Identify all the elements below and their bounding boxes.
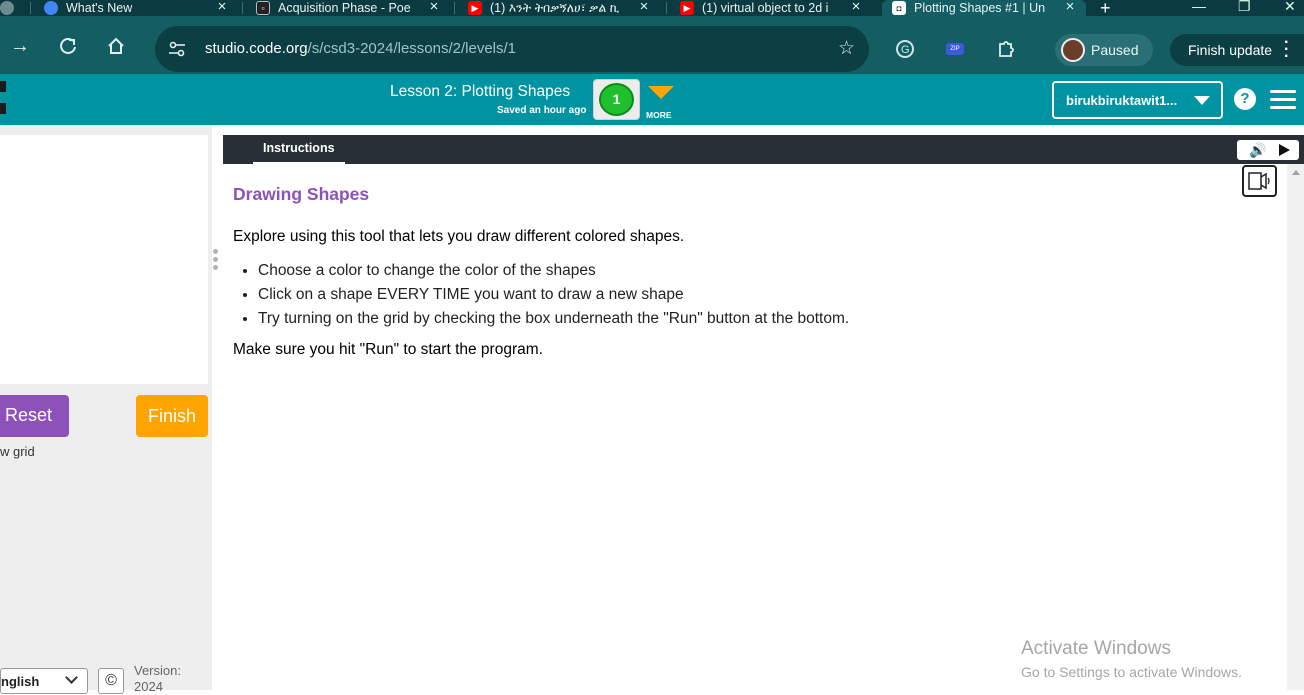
chrome-icon — [0, 1, 14, 15]
close-tab-icon[interactable]: × — [1062, 0, 1078, 15]
show-grid-label[interactable]: w grid — [0, 444, 35, 459]
list-item: Try turning on the grid by checking the … — [258, 307, 849, 331]
tab-separator — [666, 2, 667, 14]
restore-button[interactable]: ❐ — [1238, 0, 1251, 15]
url-text[interactable]: studio.code.org/s/csd3-2024/lessons/2/le… — [205, 40, 516, 57]
close-tab-icon[interactable]: × — [636, 0, 652, 15]
address-bar[interactable]: studio.code.org/s/csd3-2024/lessons/2/le… — [155, 26, 869, 72]
chrome-icon — [44, 1, 58, 15]
tab-title: (1) እንት ትበቃኝለሀ፣ ቃል ኪ — [490, 0, 620, 15]
panel-resize-handle[interactable] — [212, 125, 223, 690]
zip-extension-icon[interactable]: ZIP — [946, 43, 964, 55]
codeorg-icon: ◘ — [892, 1, 906, 15]
tab-title: Acquisition Phase - Poe — [278, 1, 411, 15]
close-tab-icon[interactable]: × — [848, 0, 864, 15]
youtube-icon: ▶ — [680, 1, 694, 15]
caret-down-icon — [1194, 96, 1210, 105]
partial-tab[interactable] — [0, 0, 20, 16]
reset-button[interactable]: Reset — [0, 395, 69, 437]
text-to-speech-controls[interactable]: 🔊 — [1237, 140, 1299, 160]
app-canvas[interactable] — [0, 135, 208, 384]
finish-update-label: Finish update — [1188, 42, 1273, 58]
tab-separator — [454, 2, 455, 14]
logo-fragment — [0, 81, 6, 92]
user-menu-dropdown[interactable]: birukbiruktawit1... — [1052, 81, 1223, 119]
url-host: studio.code.org — [205, 40, 308, 57]
bookmark-star-icon[interactable]: ☆ — [838, 37, 855, 60]
language-value: nglish — [1, 674, 40, 689]
instructions-outro: Make sure you hit "Run" to start the pro… — [233, 341, 543, 358]
more-arrow-icon[interactable] — [648, 86, 674, 99]
grammarly-icon[interactable]: G — [896, 40, 914, 63]
tab-plotting-shapes[interactable]: ◘ Plotting Shapes #1 | Un × — [882, 0, 1086, 16]
watermark-subtitle: Go to Settings to activate Windows. — [1021, 664, 1242, 680]
version-info: Version: 2024 — [134, 663, 181, 695]
reset-label: Reset — [5, 405, 53, 425]
youtube-icon: ▶ — [468, 1, 482, 15]
tab-separator — [30, 2, 31, 14]
instructions-panel: Drawing Shapes Explore using this tool t… — [223, 164, 1287, 690]
activate-windows-watermark: Activate Windows Go to Settings to activ… — [1021, 638, 1242, 680]
svg-text:G: G — [901, 44, 910, 56]
tab-youtube-2[interactable]: ▶ (1) virtual object to 2d i × — [680, 0, 864, 16]
forward-arrow-icon[interactable]: → — [10, 36, 30, 56]
tab-separator — [242, 2, 243, 14]
avatar — [1061, 38, 1085, 62]
version-value: 2024 — [134, 679, 163, 694]
visualization-panel: Reset Finish w grid nglish © Version: 20… — [0, 125, 212, 694]
play-icon[interactable] — [1279, 144, 1290, 156]
saved-status: Saved an hour ago — [497, 105, 587, 116]
home-icon[interactable] — [106, 36, 126, 60]
tab-instructions[interactable]: Instructions — [253, 135, 345, 164]
version-label: Version: — [134, 663, 181, 678]
language-select[interactable]: nglish — [0, 668, 88, 694]
tab-whats-new[interactable]: What's New × — [44, 0, 230, 16]
copyright-icon[interactable]: © — [98, 668, 124, 694]
tab-title: (1) virtual object to 2d i — [702, 1, 829, 15]
username: birukbiruktawit1... — [1066, 93, 1178, 108]
reload-icon[interactable] — [58, 36, 78, 60]
instructions-tab-bar: Instructions 🔊 — [223, 135, 1304, 164]
speaker-icon[interactable]: 🔊 — [1249, 142, 1266, 159]
instructions-list: Choose a color to change the color of th… — [258, 259, 849, 331]
close-tab-icon[interactable]: × — [214, 0, 230, 15]
close-tab-icon[interactable]: × — [426, 0, 442, 15]
level-progress[interactable]: 1 — [593, 79, 640, 120]
profile-button[interactable]: Paused — [1055, 34, 1153, 66]
instructions-scrollbar[interactable] — [1287, 164, 1304, 690]
list-item: Click on a shape EVERY TIME you want to … — [258, 283, 849, 307]
codeorg-header: Lesson 2: Plotting Shapes Saved an hour … — [0, 74, 1304, 125]
poe-icon: ▫ — [256, 1, 270, 15]
level-bubble[interactable]: 1 — [599, 83, 634, 116]
immersive-reader-icon[interactable] — [1242, 165, 1277, 197]
browser-toolbar: → studio.code.org/s/csd3-2024/lessons/2/… — [0, 16, 1304, 74]
scroll-up-arrow-icon[interactable] — [1292, 170, 1300, 175]
list-item: Choose a color to change the color of th… — [258, 259, 849, 283]
instructions-heading: Drawing Shapes — [233, 184, 370, 204]
finish-button[interactable]: Finish — [136, 395, 208, 437]
kebab-menu-icon[interactable]: · · · — [1284, 35, 1289, 65]
site-settings-icon[interactable] — [167, 39, 187, 59]
tab-title: Plotting Shapes #1 | Un — [914, 1, 1046, 15]
close-window-button[interactable]: ✕ — [1284, 0, 1296, 15]
tab-youtube-1[interactable]: ▶ (1) እንት ትበቃኝለሀ፣ ቃል ኪ × — [468, 0, 652, 16]
instructions-intro: Explore using this tool that lets you dr… — [233, 228, 685, 245]
puzzle-extensions-icon[interactable] — [996, 38, 1016, 63]
logo-fragment — [0, 103, 6, 114]
more-label[interactable]: MORE — [646, 110, 672, 120]
help-icon[interactable]: ? — [1234, 88, 1256, 110]
minimize-button[interactable]: — — [1192, 0, 1206, 14]
browser-tab-strip: What's New × ▫ Acquisition Phase - Poe ×… — [0, 0, 1304, 18]
profile-status: Paused — [1091, 42, 1139, 58]
finish-update-button[interactable]: Finish update · · · — [1170, 34, 1304, 66]
url-path: /s/csd3-2024/lessons/2/levels/1 — [307, 40, 517, 57]
tab-poe[interactable]: ▫ Acquisition Phase - Poe × — [256, 0, 442, 16]
watermark-title: Activate Windows — [1021, 638, 1171, 659]
hamburger-menu-icon[interactable] — [1270, 90, 1296, 110]
lesson-title[interactable]: Lesson 2: Plotting Shapes — [390, 83, 570, 101]
tab-title: What's New — [66, 1, 133, 15]
chevron-down-icon — [65, 671, 78, 684]
